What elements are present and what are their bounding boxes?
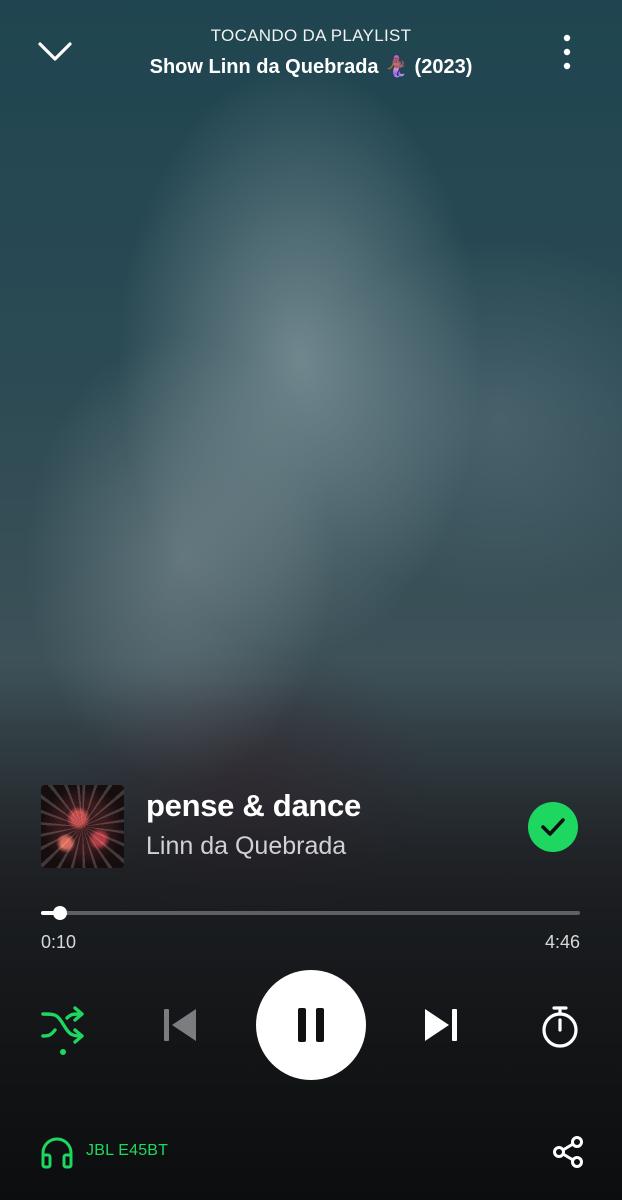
shuffle-button[interactable] [38,1002,88,1058]
connected-device-name[interactable]: JBL E45BT [86,1142,168,1160]
skip-next-icon [425,1009,457,1041]
sleep-timer-button[interactable] [536,1002,584,1052]
skip-previous-icon [164,1009,196,1041]
background-fade [0,680,622,1200]
share-icon[interactable] [548,1132,588,1172]
artist-name[interactable]: Linn da Quebrada [146,832,346,861]
pause-button[interactable] [256,970,366,1080]
album-cover[interactable] [41,785,124,868]
song-title[interactable]: pense & dance [146,788,361,824]
elapsed-time: 0:10 [41,932,77,952]
playlist-title[interactable]: Show Linn da Quebrada 🧜🏾‍♀️ (2023) [0,54,622,79]
context-label: TOCANDO DA PLAYLIST [210,26,412,45]
sleep-timer-icon [542,1006,578,1048]
duration-time: 4:46 [544,932,580,952]
liked-button[interactable] [528,802,578,852]
skip-previous-button[interactable] [157,1002,203,1048]
more-vertical-icon[interactable] [550,32,584,72]
pause-icon [298,1008,324,1042]
shuffle-icon [41,1006,84,1055]
progress-track[interactable] [41,911,580,915]
skip-next-button[interactable] [418,1002,464,1048]
progress-thumb[interactable] [53,906,67,920]
check-icon [541,818,565,836]
headphones-icon[interactable] [38,1133,76,1171]
